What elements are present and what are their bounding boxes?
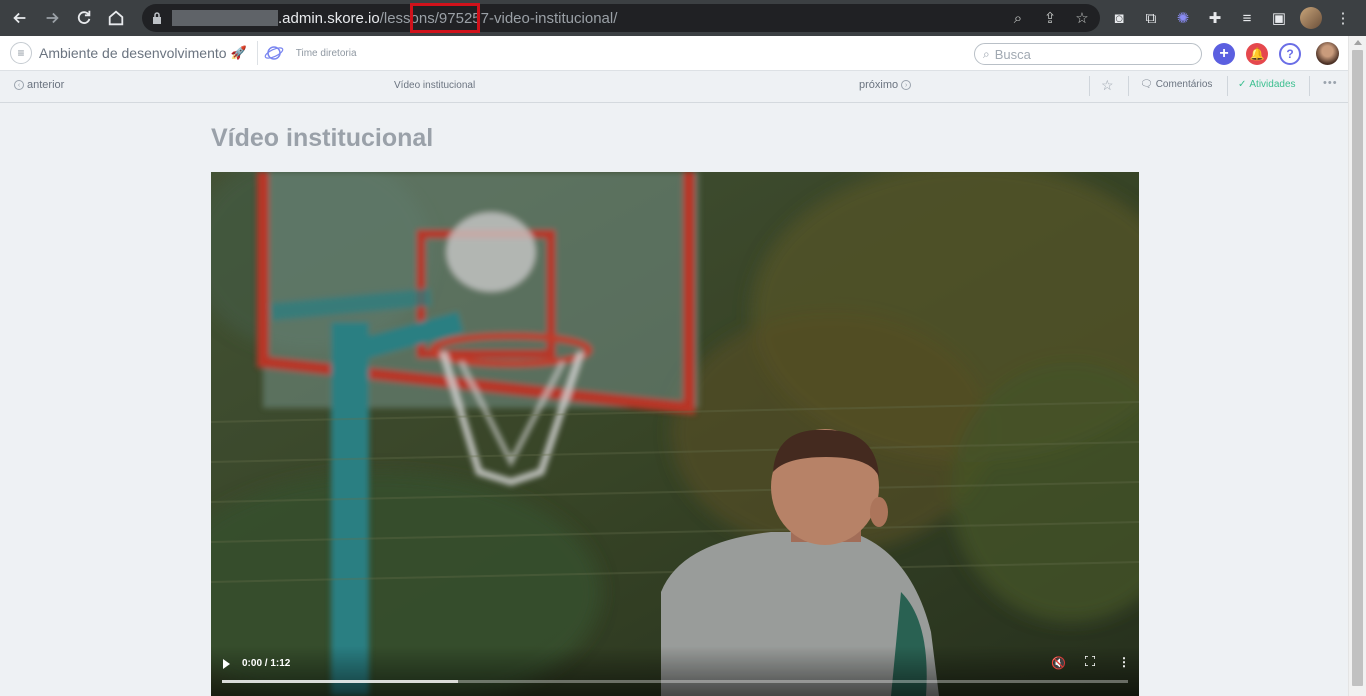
environment-label[interactable]: Ambiente de desenvolvimento: [39, 45, 227, 61]
next-label: próximo: [859, 79, 899, 91]
search-input[interactable]: [994, 46, 1185, 62]
bookmark-star-icon[interactable]: ☆: [1070, 9, 1094, 27]
arrow-right-icon: [46, 12, 59, 24]
lesson-title: Vídeo institucional: [394, 80, 476, 91]
url-path-after: video-institucional/: [493, 9, 618, 27]
more-options-icon[interactable]: •••: [1323, 77, 1338, 89]
home-icon: [108, 10, 124, 26]
page-scrollbar[interactable]: [1348, 36, 1366, 696]
divider: [1227, 76, 1228, 96]
arrow-left-icon: [13, 12, 26, 24]
search-box[interactable]: ⌕: [974, 43, 1202, 65]
chevron-right-icon: ›: [901, 80, 912, 90]
activities-button[interactable]: ✓ Atividades: [1238, 79, 1296, 90]
menu-icon[interactable]: ≡: [10, 42, 32, 64]
forward-button[interactable]: [36, 0, 68, 36]
check-icon: ✓: [1238, 79, 1247, 90]
divider: [256, 41, 258, 65]
video-progress-bar[interactable]: [222, 680, 1128, 683]
next-lesson-link[interactable]: próximo ›: [859, 79, 912, 91]
video-buffered-fill: [222, 680, 458, 683]
address-bar[interactable]: .admin.skore.io/lessons/975257-video-ins…: [142, 3, 1100, 33]
divider: [1128, 76, 1129, 96]
more-vertical-icon[interactable]: ⋮: [1118, 655, 1130, 669]
gear-extension-icon[interactable]: ✺: [1170, 5, 1196, 31]
zoom-icon[interactable]: ⌕: [1006, 10, 1030, 27]
video-frame: [211, 172, 1139, 696]
notifications-bell-icon[interactable]: 🔔: [1246, 43, 1268, 65]
comments-label: Comentários: [1155, 79, 1213, 90]
home-button[interactable]: [100, 0, 132, 36]
media-queue-icon[interactable]: ≡: [1234, 5, 1260, 31]
camera-extension-icon[interactable]: ◙: [1106, 5, 1132, 31]
reload-button[interactable]: [68, 0, 100, 36]
share-icon[interactable]: ⇪: [1038, 9, 1062, 27]
team-label[interactable]: Time diretoria: [296, 48, 357, 59]
profile-avatar[interactable]: [1298, 5, 1324, 31]
planet-icon[interactable]: [264, 43, 284, 63]
help-button[interactable]: ?: [1279, 43, 1301, 65]
previous-lesson-link[interactable]: ‹ anterior: [14, 79, 64, 91]
scroll-thumb[interactable]: [1352, 50, 1363, 686]
url-host: .admin.skore.io: [278, 9, 380, 27]
rocket-icon: 🚀: [230, 45, 247, 60]
open-external-icon[interactable]: ⧉: [1138, 5, 1164, 31]
favorite-star-icon[interactable]: ☆: [1101, 77, 1114, 94]
browser-menu-icon[interactable]: ⋮: [1330, 5, 1356, 31]
muted-speaker-icon[interactable]: 🔇: [1051, 656, 1066, 670]
search-icon: ⌕: [983, 46, 990, 61]
activities-label: Atividades: [1249, 79, 1296, 90]
user-avatar[interactable]: [1316, 42, 1339, 65]
divider: [1309, 76, 1310, 96]
divider: [1089, 76, 1090, 96]
fullscreen-icon[interactable]: [1085, 656, 1095, 666]
back-button[interactable]: [4, 0, 36, 36]
side-panel-icon[interactable]: ▣: [1266, 5, 1292, 31]
video-player[interactable]: 0:00 / 1:12 🔇 ⋮: [211, 172, 1139, 696]
lesson-toolbar: ‹ anterior Vídeo institucional próximo ›…: [0, 71, 1348, 103]
comments-button[interactable]: 🗨 Comentários: [1140, 79, 1212, 90]
video-time: 0:00 / 1:12: [242, 658, 291, 669]
redacted-subdomain: [172, 10, 278, 26]
previous-label: anterior: [27, 79, 65, 91]
chevron-left-icon: ‹: [14, 80, 24, 90]
comment-icon: 🗨: [1140, 79, 1153, 90]
app-header: ≡ Ambiente de desenvolvimento 🚀 Time dir…: [0, 36, 1348, 71]
url-highlight-box: [410, 3, 480, 33]
lock-icon: [142, 12, 172, 24]
add-button[interactable]: +: [1213, 43, 1235, 65]
puzzle-extensions-icon[interactable]: ✚: [1202, 5, 1228, 31]
scroll-up-arrow-icon[interactable]: [1354, 40, 1362, 45]
page-title: Vídeo institucional: [211, 124, 434, 152]
browser-toolbar: .admin.skore.io/lessons/975257-video-ins…: [0, 0, 1366, 36]
reload-icon: [77, 10, 91, 24]
play-icon[interactable]: [223, 659, 230, 669]
video-controls: 0:00 / 1:12 🔇 ⋮: [211, 646, 1139, 696]
